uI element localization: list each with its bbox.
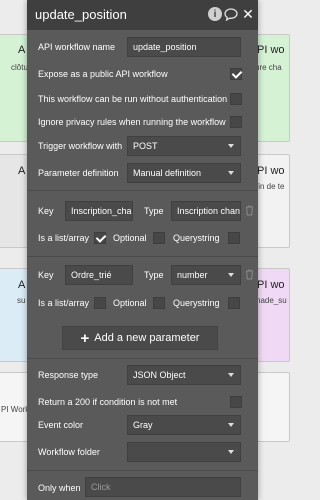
add-parameter-button[interactable]: + Add a new parameter [62, 326, 218, 350]
param-optional-checkbox[interactable] [153, 297, 165, 309]
card-subtitle: su [17, 296, 26, 305]
workflow-folder-dropdown[interactable] [127, 442, 241, 462]
ignore-privacy-label: Ignore privacy rules when running the wo… [38, 117, 226, 127]
param-key-input[interactable]: Inscription_chan [65, 201, 133, 221]
chevron-down-icon [228, 450, 234, 454]
param-key-input[interactable]: Ordre_trié [65, 265, 133, 285]
param-key-label: Key [38, 206, 54, 216]
info-icon[interactable]: i [208, 7, 222, 21]
param-type-label: Type [144, 206, 164, 216]
return200-checkbox[interactable] [230, 396, 242, 408]
response-type-label: Response type [38, 370, 99, 380]
plus-icon: + [80, 329, 90, 347]
card-subtitle: nade_su [256, 296, 287, 305]
param-optional-label: Optional [113, 298, 147, 308]
workflow-name-label: API workflow name [38, 42, 116, 52]
trigger-dropdown[interactable]: POST [127, 136, 241, 156]
trash-icon[interactable] [245, 269, 254, 280]
param-type-label: Type [144, 270, 164, 280]
param-type-dropdown[interactable]: number [171, 265, 241, 285]
card-subtitle: PI Work [1, 405, 30, 414]
param-type-dropdown[interactable]: Inscription chan [171, 201, 241, 221]
return200-label: Return a 200 if condition is not met [38, 397, 178, 407]
trigger-label: Trigger workflow with [38, 141, 123, 151]
panel-header: update_position i ✕ [27, 0, 258, 30]
divider [27, 190, 258, 191]
comment-icon[interactable] [224, 7, 238, 21]
card-subtitle: fin de te [256, 182, 285, 191]
param-querystring-checkbox[interactable] [228, 297, 240, 309]
response-type-value: JSON Object [133, 370, 186, 380]
trigger-value: POST [133, 141, 158, 151]
no-auth-checkbox[interactable] [230, 93, 242, 105]
chevron-down-icon [228, 171, 234, 175]
expose-label: Expose as a public API workflow [38, 69, 168, 79]
panel-title: update_position [35, 7, 127, 22]
chevron-down-icon [228, 423, 234, 427]
expose-checkbox[interactable] [230, 68, 242, 80]
workflow-folder-label: Workflow folder [38, 447, 100, 457]
no-auth-label: This workflow can be run without authent… [38, 94, 228, 104]
param-def-label: Parameter definition [38, 168, 119, 178]
param-optional-label: Optional [113, 233, 147, 243]
chevron-down-icon [228, 144, 234, 148]
card-title: PI wo [257, 279, 285, 291]
chevron-down-icon [228, 373, 234, 377]
response-type-dropdown[interactable]: JSON Object [127, 365, 241, 385]
close-icon[interactable]: ✕ [241, 6, 255, 22]
param-list-checkbox[interactable] [94, 297, 106, 309]
param-querystring-label: Querystring [173, 233, 220, 243]
only-when-input[interactable]: Click [85, 477, 241, 497]
param-list-label: Is a list/array [38, 298, 90, 308]
param-optional-checkbox[interactable] [153, 232, 165, 244]
param-list-label: Is a list/array [38, 233, 90, 243]
divider [27, 256, 258, 257]
divider [27, 470, 258, 471]
api-workflow-editor-panel: update_position i ✕ API workflow name up… [27, 0, 258, 500]
card-subtitle: ure cha [255, 63, 282, 72]
event-color-dropdown[interactable]: Gray [127, 415, 241, 435]
param-def-dropdown[interactable]: Manual definition [127, 163, 241, 183]
trash-icon[interactable] [245, 205, 254, 216]
param-querystring-label: Querystring [173, 298, 220, 308]
card-title: PI wo [257, 44, 285, 56]
param-def-value: Manual definition [133, 168, 202, 178]
divider [27, 358, 258, 359]
param-type-value: number [177, 270, 208, 280]
event-color-label: Event color [38, 420, 84, 430]
card-title: PI wo [257, 165, 285, 177]
card-title: A [18, 44, 26, 56]
only-when-label: Only when [38, 483, 81, 493]
chevron-down-icon [228, 273, 234, 277]
card-subtitle: clôtu [11, 63, 28, 72]
param-key-label: Key [38, 270, 54, 280]
card-title: A [18, 165, 26, 177]
workflow-name-input[interactable]: update_position [127, 37, 241, 57]
add-parameter-label: Add a new parameter [94, 332, 200, 344]
card-title: A [18, 279, 26, 291]
event-color-value: Gray [133, 420, 153, 430]
param-querystring-checkbox[interactable] [228, 232, 240, 244]
ignore-privacy-checkbox[interactable] [230, 116, 242, 128]
param-list-checkbox[interactable] [94, 232, 106, 244]
